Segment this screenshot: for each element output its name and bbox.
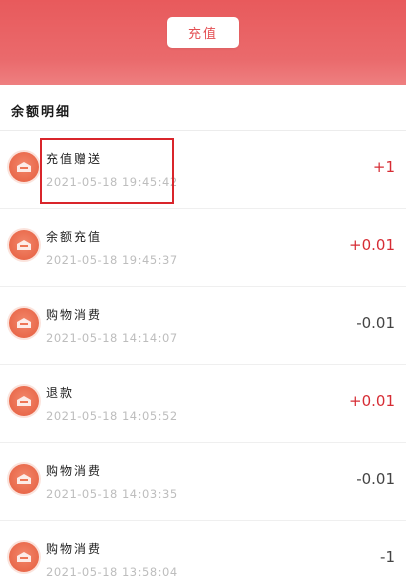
wallet-icon: [9, 152, 39, 182]
header-banner: 充值: [0, 0, 406, 85]
list-item[interactable]: 购物消费 2021-05-18 14:14:07 -0.01: [0, 287, 406, 365]
wallet-icon: [9, 230, 39, 260]
transaction-time: 2021-05-18 14:05:52: [46, 409, 178, 423]
transaction-title: 退款: [46, 386, 75, 400]
list-item[interactable]: 购物消费 2021-05-18 13:58:04 -1: [0, 521, 406, 588]
wallet-icon: [9, 308, 39, 338]
transaction-title: 购物消费: [46, 308, 103, 322]
transaction-time: 2021-05-18 14:14:07: [46, 331, 178, 345]
transaction-time: 2021-05-18 13:58:04: [46, 565, 178, 579]
recharge-button[interactable]: 充值: [167, 17, 239, 48]
highlight-annotation-box: [40, 138, 174, 204]
transaction-amount: -0.01: [356, 470, 395, 488]
transaction-time: 2021-05-18 14:03:35: [46, 487, 178, 501]
transaction-title: 余额充值: [46, 230, 103, 244]
transaction-amount: +0.01: [349, 236, 395, 254]
transaction-amount: +0.01: [349, 392, 395, 410]
balance-detail-page: 充值 余额明细 充值赠送 2021-05-18 19:45:42 +1 余额充值…: [0, 0, 406, 588]
section-title: 余额明细: [11, 105, 72, 120]
list-item[interactable]: 退款 2021-05-18 14:05:52 +0.01: [0, 365, 406, 443]
list-item[interactable]: 购物消费 2021-05-18 14:03:35 -0.01: [0, 443, 406, 521]
transaction-amount: +1: [372, 158, 395, 176]
wallet-icon: [9, 464, 39, 494]
wallet-icon: [9, 542, 39, 572]
transaction-title: 购物消费: [46, 464, 103, 478]
transaction-time: 2021-05-18 19:45:37: [46, 253, 178, 267]
transaction-title: 购物消费: [46, 542, 103, 556]
list-item[interactable]: 余额充值 2021-05-18 19:45:37 +0.01: [0, 209, 406, 287]
transaction-amount: -1: [380, 548, 395, 566]
wallet-icon: [9, 386, 39, 416]
transaction-amount: -0.01: [356, 314, 395, 332]
